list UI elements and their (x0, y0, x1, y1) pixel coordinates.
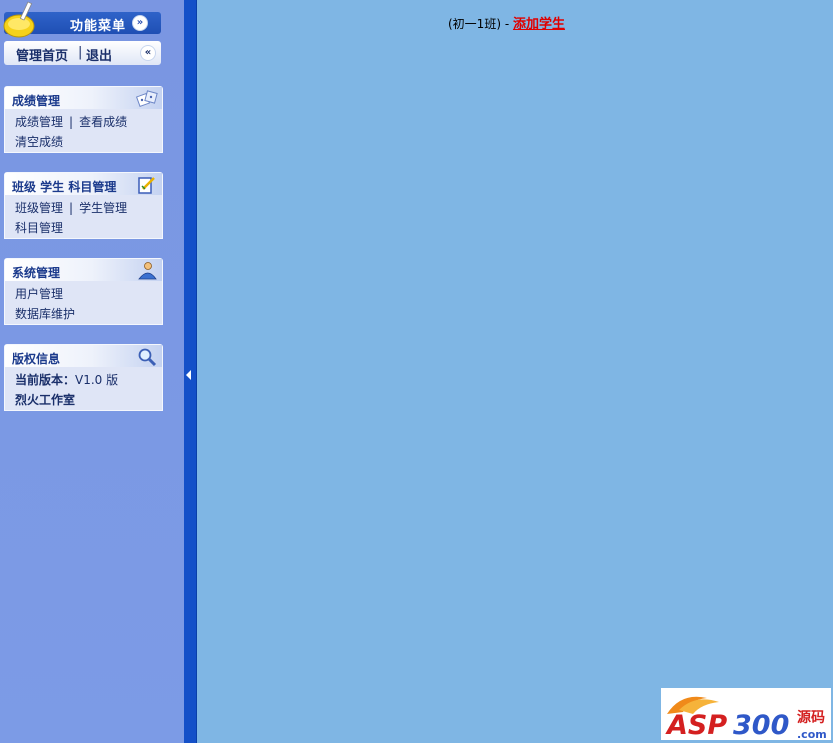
collapse-arrow-icon[interactable] (186, 370, 191, 380)
version-row: 当前版本：V1.0 版 (15, 371, 162, 391)
studio-row: 烈火工作室 (15, 391, 162, 411)
dice-icon (136, 90, 158, 108)
panel-title: 班级 学生 科目管理 (12, 180, 117, 194)
subject-manage-link[interactable]: 科目管理 (15, 221, 63, 235)
class-label: (初一1班) - (448, 17, 513, 31)
frame-splitter[interactable] (184, 0, 197, 743)
separator: | (69, 115, 74, 129)
class-message: (初一1班) - 添加学生 (448, 13, 565, 32)
studio-name: 烈火工作室 (15, 393, 76, 407)
panel-header: 版权信息 (5, 345, 162, 367)
asp300-logo: ASP 300 源码 .com (661, 688, 831, 741)
logout-link[interactable]: 退出 (86, 45, 112, 64)
user-manage-link[interactable]: 用户管理 (15, 287, 63, 301)
double-chevron-left-icon[interactable]: « (140, 45, 156, 61)
panel-scores: 成绩管理 成绩管理 | 查看成绩 清空成绩 (4, 86, 163, 153)
student-manage-link[interactable]: 学生管理 (79, 201, 127, 215)
separator: | (69, 201, 74, 215)
panel-title: 系统管理 (12, 266, 61, 280)
paint-brush-icon (3, 1, 35, 38)
panel-header: 班级 学生 科目管理 (5, 173, 162, 195)
menu-title: 功能菜单 (70, 19, 127, 34)
svg-text:源码: 源码 (797, 709, 825, 726)
panel-title: 版权信息 (12, 352, 61, 366)
user-admin-icon (138, 262, 157, 280)
database-maintenance-link[interactable]: 数据库维护 (15, 307, 75, 321)
score-manage-link[interactable]: 成绩管理 (15, 115, 63, 129)
clear-scores-link[interactable]: 清空成绩 (15, 135, 63, 149)
svg-text:.com: .com (797, 728, 827, 740)
separator: | (78, 45, 83, 60)
svg-text:300: 300 (733, 710, 789, 740)
admin-home-link[interactable]: 管理首页 (16, 45, 68, 64)
panel-title: 成绩管理 (12, 94, 61, 108)
list-item: 科目管理 (15, 219, 162, 239)
panel-header: 成绩管理 (5, 87, 162, 109)
list-item: 清空成绩 (15, 133, 162, 153)
panel-system: 系统管理 用户管理 数据库维护 (4, 258, 163, 325)
view-scores-link[interactable]: 查看成绩 (79, 115, 127, 129)
svg-text:ASP: ASP (665, 710, 727, 740)
add-student-link[interactable]: 添加学生 (513, 17, 565, 32)
edit-document-icon (138, 177, 155, 194)
double-chevron-down-icon[interactable]: » (132, 15, 148, 31)
version-label: 当前版本： (15, 373, 76, 387)
version-value: V1.0 版 (75, 373, 119, 387)
panel-class-student-subject: 班级 学生 科目管理 班级管理 | 学生管理 科目管理 (4, 172, 163, 239)
list-item: 班级管理 | 学生管理 (15, 199, 162, 219)
menu-header: 功能菜单 » (3, 1, 161, 38)
logo-graphic: ASP 300 源码 .com (665, 696, 827, 741)
main-frame (197, 0, 833, 743)
panel-copyright: 版权信息 当前版本：V1.0 版 烈火工作室 (4, 344, 163, 411)
list-item: 成绩管理 | 查看成绩 (15, 113, 162, 133)
magnifier-icon (138, 348, 157, 367)
left-frame: 功能菜单 » 管理首页 | 退出 « 成绩管理 成绩管理 | 查看成绩 清空成绩 (0, 0, 184, 743)
panel-header: 系统管理 (5, 259, 162, 281)
list-item: 数据库维护 (15, 305, 162, 325)
list-item: 用户管理 (15, 285, 162, 305)
class-manage-link[interactable]: 班级管理 (15, 201, 63, 215)
home-bar: 管理首页 | 退出 « (4, 41, 161, 65)
